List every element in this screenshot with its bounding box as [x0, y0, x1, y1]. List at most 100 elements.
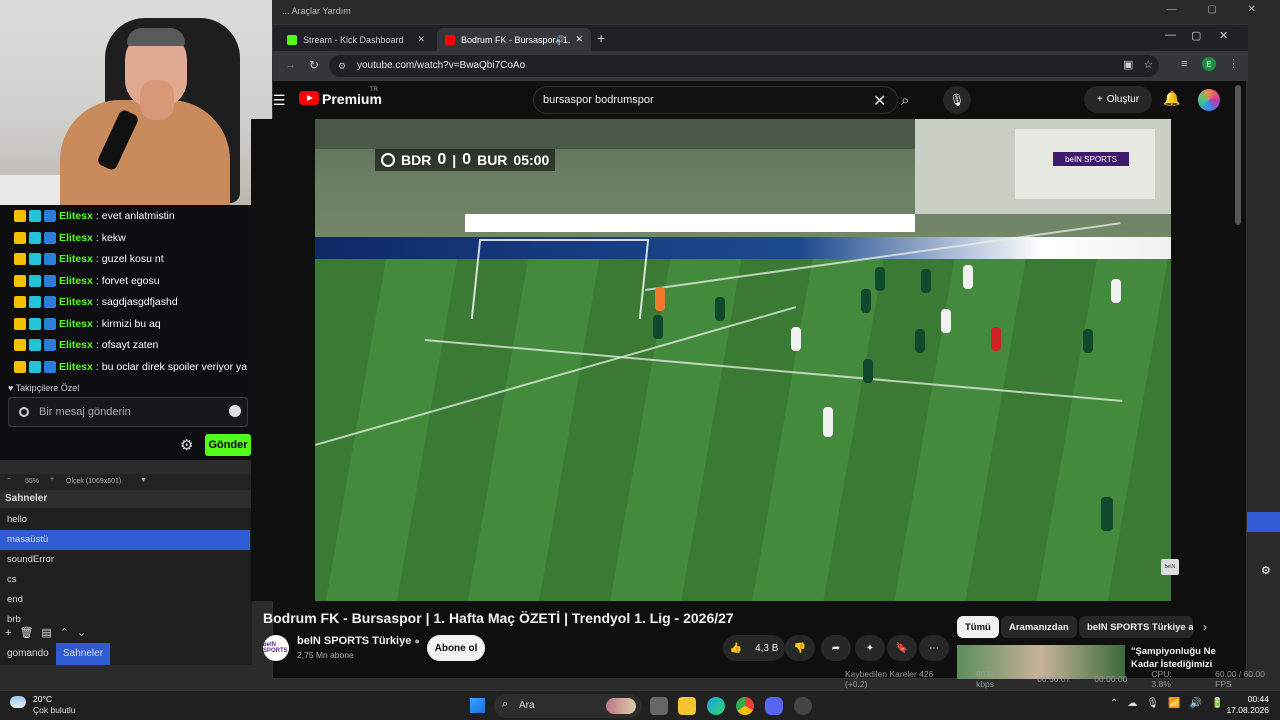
task-view-icon[interactable]	[650, 697, 668, 715]
youtube-brand[interactable]: Premium	[322, 91, 382, 107]
crown-badge-icon	[14, 274, 26, 287]
chat-username[interactable]: Elitesx	[59, 232, 93, 244]
bookmark-icon: 🔖	[895, 642, 909, 654]
chat-message-input[interactable]: Bir mesaj gönderin	[8, 397, 248, 427]
obs-menu[interactable]: ... Araçlar Yardım	[282, 6, 351, 16]
discord-icon[interactable]	[765, 697, 783, 715]
scene-item[interactable]: soundError	[0, 550, 250, 570]
recommended-video-title[interactable]: "Şampiyonluğu Ne Kadar İstediğimizi	[1131, 645, 1241, 671]
chat-username[interactable]: Elitesx	[59, 296, 93, 308]
ask-button[interactable]: ✦	[855, 635, 885, 661]
hamburger-menu-icon[interactable]: ☰	[273, 92, 286, 109]
chat-username[interactable]: Elitesx	[59, 361, 93, 373]
chat-username[interactable]: Elitesx	[59, 318, 93, 330]
video-player[interactable]: BDR 0 | 0 BUR 05:00 beIN SPORTS	[315, 119, 1171, 601]
chat-message: Elitesx: kirmizi bu aq	[14, 314, 161, 334]
arrow-badge-icon	[44, 274, 56, 287]
url-input[interactable]: ⚙ youtube.com/watch?v=BwaQbi7CoAo	[329, 55, 1159, 77]
maximize-button[interactable]: ▢	[1191, 29, 1201, 42]
speaker-icon[interactable]: 🔊	[555, 35, 565, 44]
filter-icon[interactable]: ▤	[41, 627, 59, 639]
tab-kick-dashboard[interactable]: Stream - Kick Dashboard ✕	[279, 28, 433, 51]
crown-badge-icon	[14, 317, 26, 330]
obs-icon[interactable]	[794, 697, 812, 715]
like-button[interactable]: 👍 4,3 B	[723, 635, 785, 661]
chat-settings-gear-icon[interactable]: ⚙	[180, 436, 193, 454]
emoji-icon[interactable]	[229, 405, 241, 417]
youtube-search-input[interactable]: bursaspor bodrumspor ✕	[533, 86, 898, 114]
chip-from-search[interactable]: Aramanızdan	[1001, 616, 1077, 638]
clear-search-icon[interactable]: ✕	[873, 91, 886, 111]
chat-username[interactable]: Elitesx	[59, 210, 93, 222]
dock-tab-gomando[interactable]: gomando	[0, 643, 56, 665]
scene-item[interactable]: hello	[0, 510, 250, 530]
add-scene-button[interactable]: +	[5, 627, 19, 639]
obs-selected-item[interactable]	[1247, 512, 1280, 532]
chat-send-button[interactable]: Gönder	[205, 434, 251, 456]
dock-tab-sahneler[interactable]: Sahneler	[56, 643, 111, 665]
system-tray[interactable]: ⌃☁🎙📶🔊🔋	[1110, 698, 1232, 709]
extension-icons[interactable]: ▣☆	[1123, 58, 1163, 71]
weather-cloud-icon[interactable]	[10, 696, 26, 708]
create-button[interactable]: + Oluştur	[1084, 86, 1152, 113]
chip-channel[interactable]: beIN SPORTS Türkiye ad	[1079, 616, 1193, 638]
trash-icon[interactable]: 🗑	[19, 627, 41, 639]
move-up-button[interactable]: ⌃	[60, 627, 77, 639]
edge-icon[interactable]	[707, 697, 725, 715]
site-info-icon[interactable]: ⚙	[338, 61, 346, 72]
account-avatar[interactable]	[1198, 89, 1220, 111]
channel-name[interactable]: beIN SPORTS Türkiye ●	[297, 635, 420, 647]
zoom-out-button[interactable]: −	[7, 476, 11, 483]
thumbs-down-icon: 👎	[793, 642, 807, 654]
new-tab-button[interactable]: +	[597, 30, 605, 46]
move-down-button[interactable]: ⌄	[77, 627, 94, 639]
zoom-in-button[interactable]: +	[50, 476, 54, 483]
clock-time[interactable]: 00:44	[1229, 694, 1269, 704]
dislike-button[interactable]: 👎	[785, 635, 815, 661]
scale-label: Ölçek (1069x601)	[66, 478, 122, 485]
chat-username[interactable]: Elitesx	[59, 275, 93, 287]
chip-all[interactable]: Tümü	[957, 616, 999, 638]
close-icon[interactable]: ✕	[417, 34, 425, 45]
gear-icon[interactable]: ⚙	[1261, 564, 1271, 577]
reading-list-icon[interactable]: ≡	[1181, 58, 1187, 70]
scene-item[interactable]: brb	[0, 610, 250, 624]
search-icon[interactable]: ⌕	[901, 92, 909, 109]
reload-icon[interactable]: ↻	[309, 58, 319, 72]
url-text: youtube.com/watch?v=BwaQbi7CoAo	[357, 60, 526, 71]
file-explorer-icon[interactable]	[678, 697, 696, 715]
chrome-icon[interactable]	[736, 697, 754, 715]
scene-item[interactable]: masaüstü	[0, 530, 250, 550]
obs-window-controls[interactable]: — ▢ ✕	[1167, 4, 1270, 15]
save-button[interactable]: 🔖	[887, 635, 917, 661]
window-close-button[interactable]: ✕	[1219, 29, 1228, 42]
scene-item[interactable]: end	[0, 590, 250, 610]
taskbar-search[interactable]: ⌕ Ara	[494, 694, 642, 718]
minimize-button[interactable]: —	[1165, 29, 1176, 41]
stand-roof	[315, 119, 915, 149]
chat-colon: :	[95, 210, 99, 222]
clock-date[interactable]: 17.08.2026	[1219, 705, 1269, 715]
chevron-right-icon[interactable]: ›	[1203, 620, 1207, 634]
channel-avatar[interactable]: beIN SPORTS	[263, 635, 289, 661]
browser-menu-icon[interactable]: ⋮	[1228, 57, 1239, 70]
chevron-down-icon[interactable]: ▼	[140, 477, 147, 484]
forward-arrow-icon[interactable]: →	[285, 59, 296, 71]
scene-item[interactable]: cs	[0, 570, 250, 590]
page-scrollbar[interactable]	[1235, 85, 1241, 225]
bell-icon[interactable]: 🔔	[1163, 90, 1180, 107]
tab-youtube-video[interactable]: Bodrum FK - Bursaspor | 1. 🔊 ✕	[437, 28, 591, 51]
chat-username[interactable]: Elitesx	[59, 339, 93, 351]
windows-start-icon[interactable]	[470, 698, 485, 713]
obs-status-bar: Kaybedilen Kareler 426 (+0.2) 8071 kbps …	[845, 669, 1280, 689]
chat-username[interactable]: Elitesx	[59, 253, 93, 265]
weather-temperature[interactable]: 20°C	[33, 694, 52, 704]
close-icon[interactable]: ✕	[575, 34, 583, 45]
more-button[interactable]: ⋯	[919, 635, 949, 661]
profile-avatar[interactable]: E	[1202, 57, 1216, 71]
subscribe-button[interactable]: Abone ol	[427, 635, 485, 661]
score-divider: |	[452, 152, 457, 168]
share-button[interactable]: ➦	[821, 635, 851, 661]
microphone-icon[interactable]: 🎙	[943, 86, 971, 114]
weather-description[interactable]: Çok bulutlu	[33, 705, 76, 715]
